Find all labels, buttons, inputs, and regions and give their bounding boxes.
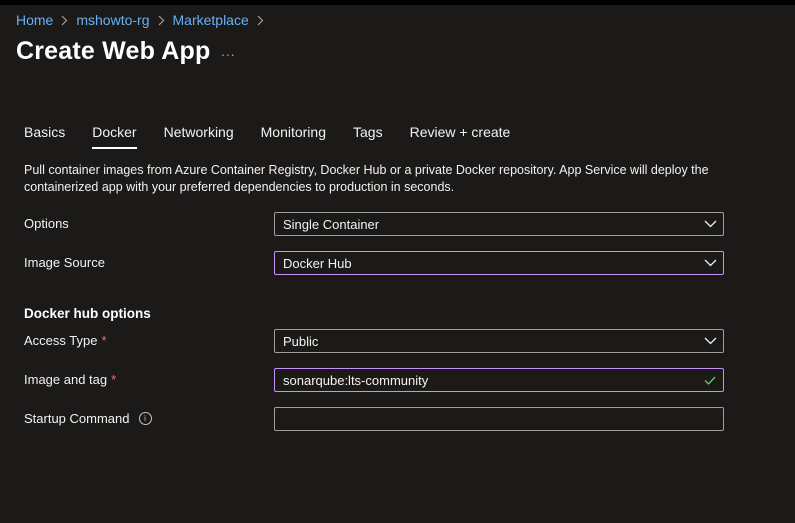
chevron-right-icon — [61, 15, 68, 26]
tab-review-create[interactable]: Review + create — [410, 124, 511, 148]
startup-command-input[interactable] — [274, 407, 724, 431]
image-source-dropdown[interactable]: Docker Hub — [274, 251, 724, 275]
breadcrumb: Home mshowto-rg Marketplace — [16, 12, 272, 28]
checkmark-icon — [697, 376, 723, 385]
tab-networking[interactable]: Networking — [164, 124, 234, 148]
image-source-value: Docker Hub — [283, 255, 352, 271]
tab-tags[interactable]: Tags — [353, 124, 383, 148]
tab-basics[interactable]: Basics — [24, 124, 65, 148]
access-type-label-text: Access Type — [24, 333, 98, 348]
page-title: Create Web App — [16, 37, 211, 65]
breadcrumb-resource-group[interactable]: mshowto-rg — [76, 12, 149, 28]
options-label-text: Options — [24, 216, 69, 231]
startup-command-label-text: Startup Command — [24, 411, 130, 426]
options-dropdown[interactable]: Single Container — [274, 212, 724, 236]
chevron-right-icon — [158, 15, 165, 26]
tab-docker[interactable]: Docker — [92, 124, 137, 149]
chevron-right-icon — [257, 15, 264, 26]
docker-hub-options-heading: Docker hub options — [24, 306, 151, 321]
image-source-label-text: Image Source — [24, 255, 105, 270]
image-tag-label-text: Image and tag — [24, 372, 108, 387]
startup-command-label: Startup Command i — [24, 411, 152, 426]
access-type-value: Public — [283, 333, 319, 349]
required-indicator: * — [101, 333, 107, 348]
tab-bar: Basics Docker Networking Monitoring Tags… — [24, 124, 537, 149]
image-tag-value: sonarqube:lts-community — [283, 372, 429, 388]
access-type-label: Access Type * — [24, 333, 107, 348]
top-bar — [0, 0, 795, 5]
docker-description: Pull container images from Azure Contain… — [24, 163, 709, 194]
breadcrumb-marketplace[interactable]: Marketplace — [173, 12, 249, 28]
image-source-label: Image Source — [24, 255, 105, 270]
options-label: Options — [24, 216, 69, 231]
chevron-down-icon — [697, 220, 723, 228]
access-type-dropdown[interactable]: Public — [274, 329, 724, 353]
more-options-button[interactable]: ... — [221, 43, 236, 59]
tab-monitoring[interactable]: Monitoring — [261, 124, 326, 148]
image-tag-input[interactable]: sonarqube:lts-community — [274, 368, 724, 392]
required-indicator: * — [111, 372, 117, 387]
info-icon[interactable]: i — [138, 412, 152, 425]
image-tag-label: Image and tag * — [24, 372, 116, 387]
breadcrumb-home[interactable]: Home — [16, 12, 53, 28]
options-value: Single Container — [283, 216, 380, 232]
chevron-down-icon — [697, 337, 723, 345]
chevron-down-icon — [697, 259, 723, 267]
